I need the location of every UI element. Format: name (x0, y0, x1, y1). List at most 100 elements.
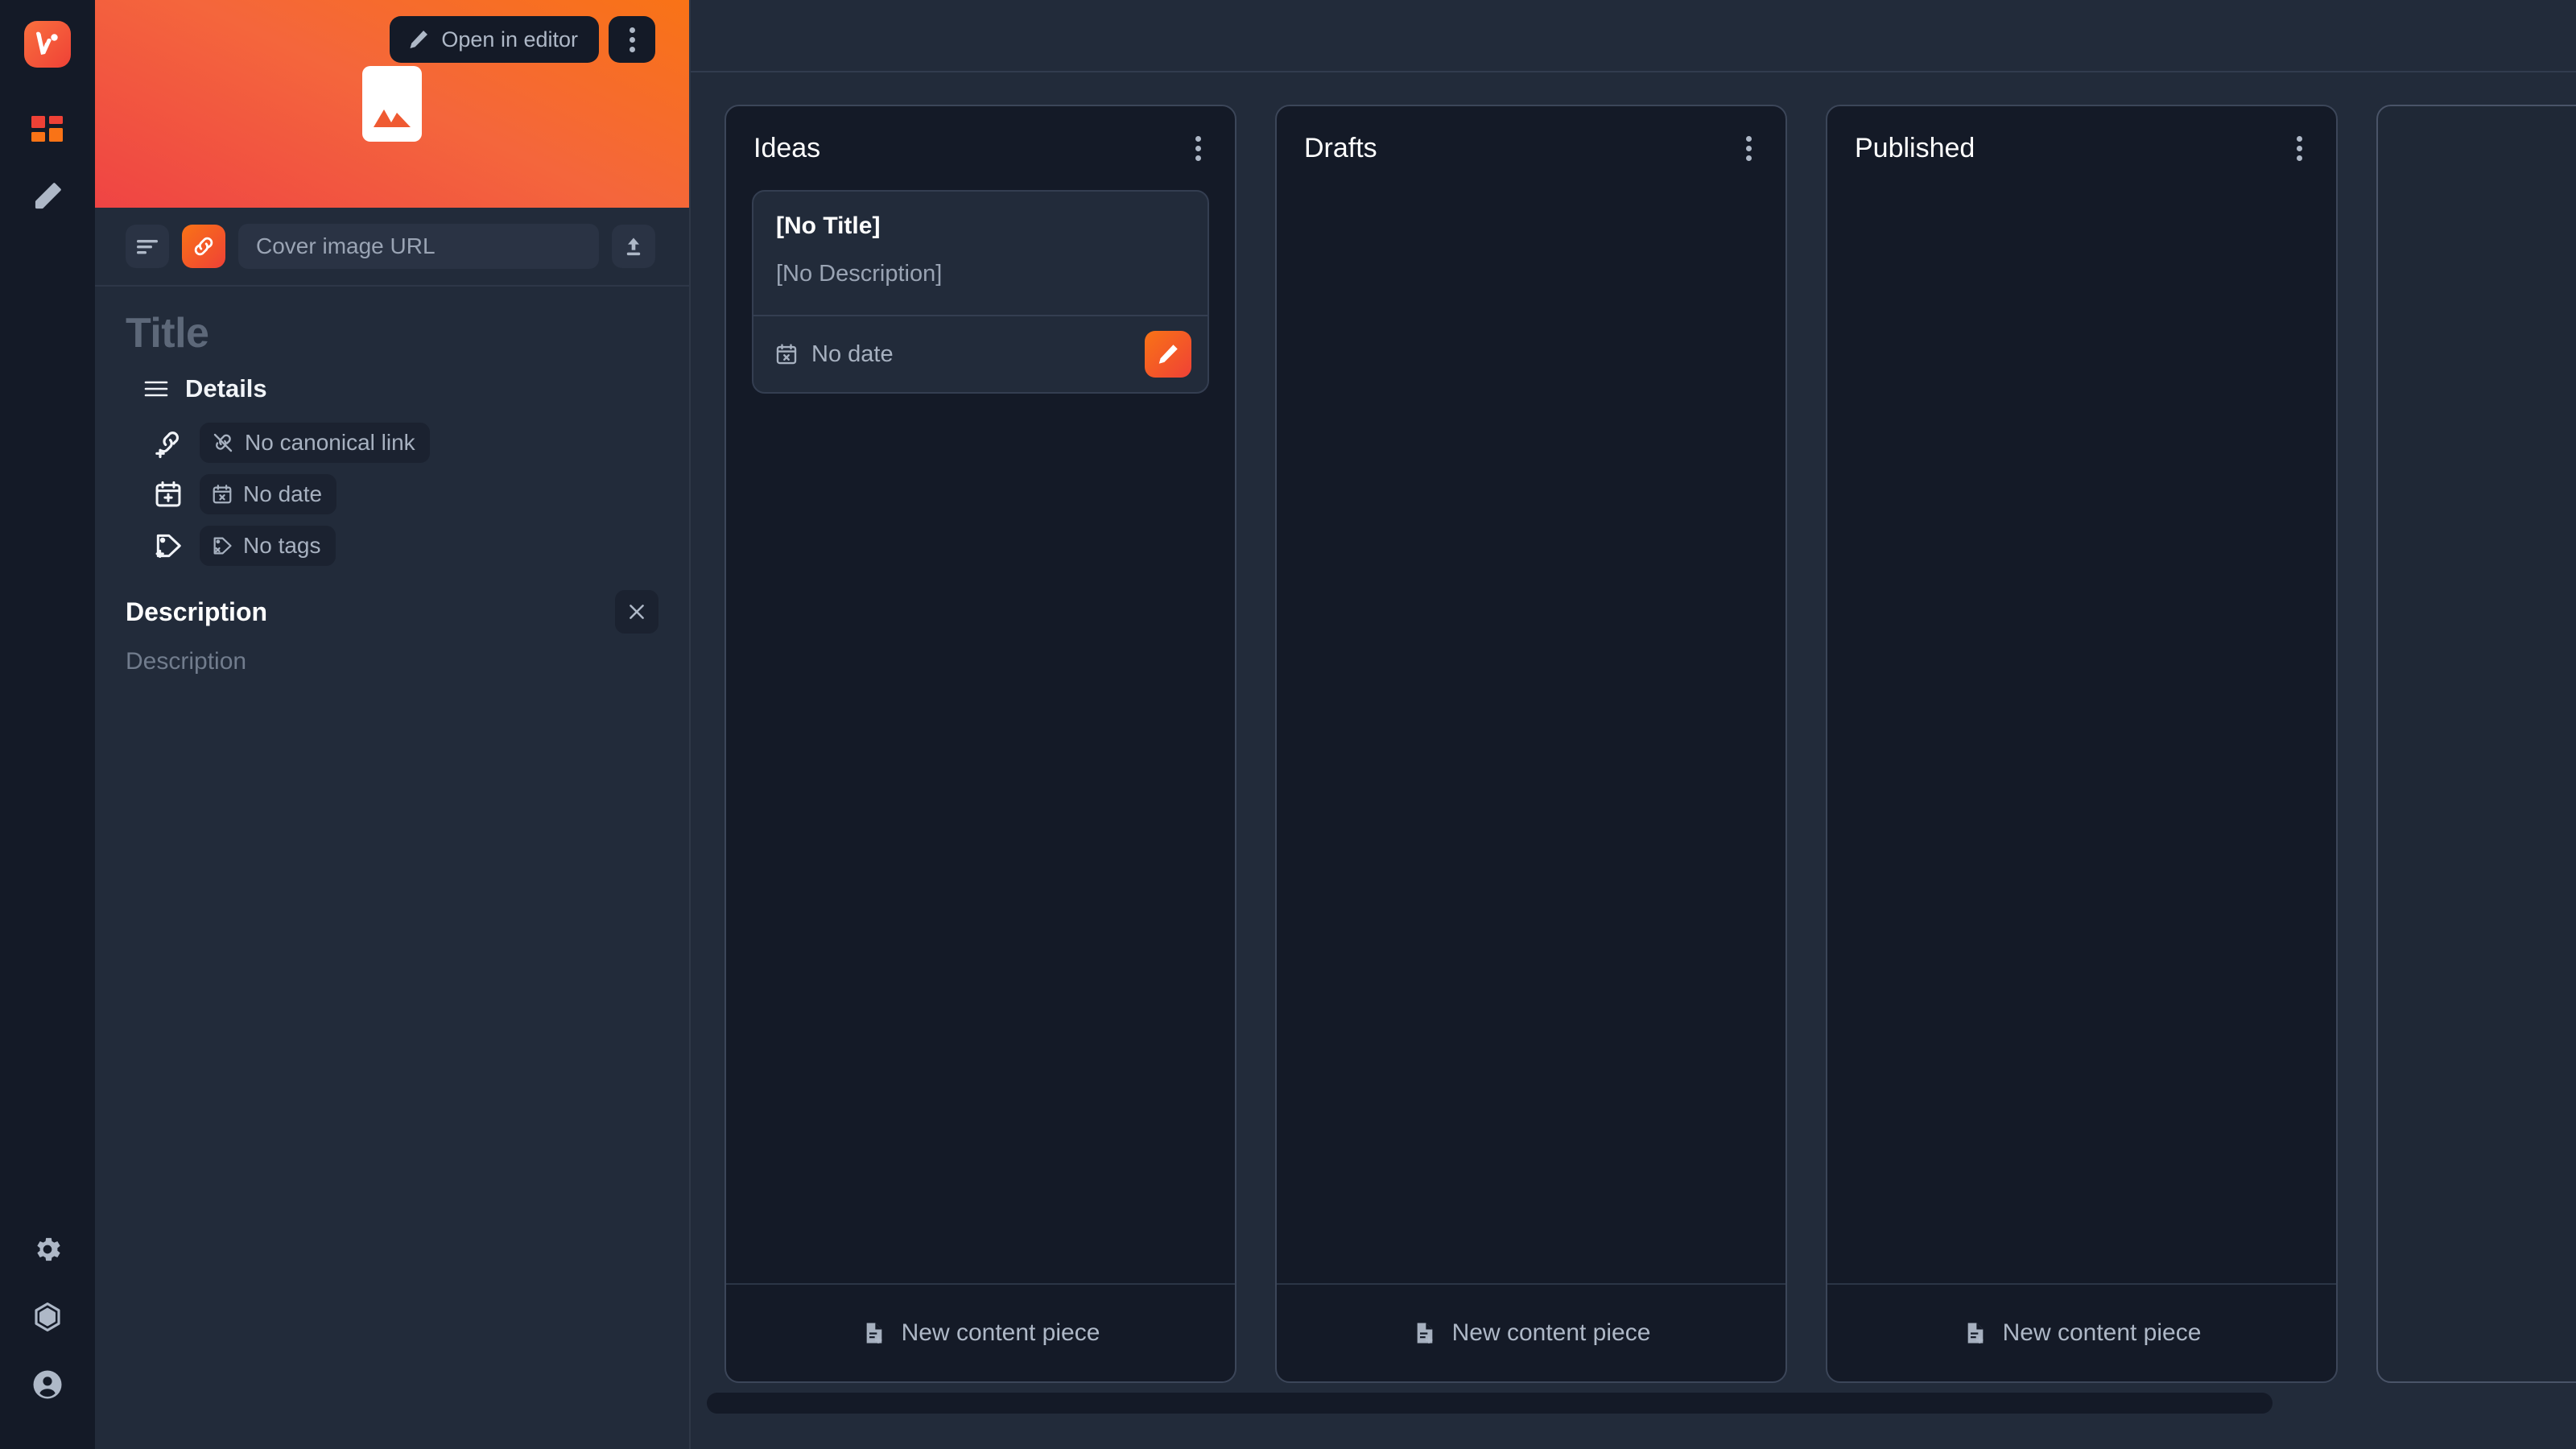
hexagon-cube-icon (31, 1300, 64, 1334)
user-account-icon (31, 1368, 64, 1402)
document-title-placeholder[interactable]: Title (126, 310, 658, 357)
column-menu-button[interactable] (1738, 130, 1760, 167)
cover-image-url-input[interactable] (238, 224, 599, 269)
card-date[interactable]: No date (774, 341, 894, 368)
column-cards (1827, 190, 2336, 1283)
more-vertical-icon (2297, 135, 2302, 161)
horizontal-scrollbar[interactable] (707, 1393, 2273, 1414)
column-title: Published (1855, 132, 1975, 163)
details-label: Details (185, 374, 267, 403)
board-columns: Ideas [No Title] [No Description] No dat… (724, 105, 2576, 1383)
sidebar-item-dashboard[interactable] (25, 109, 70, 155)
open-in-editor-label: Open in editor (441, 27, 578, 52)
board-topbar (691, 0, 2576, 72)
link-chain-icon (192, 234, 216, 258)
card-edit-button[interactable] (1145, 331, 1191, 378)
detail-row-date: No date (126, 474, 658, 515)
board-column-drafts: Drafts New content piece (1275, 105, 1787, 1383)
more-vertical-icon (1195, 135, 1201, 161)
column-header: Ideas (726, 106, 1235, 190)
open-in-editor-button[interactable]: Open in editor (390, 16, 599, 63)
hamburger-menu-icon[interactable] (143, 378, 169, 399)
column-title: Drafts (1304, 132, 1377, 163)
sidebar-item-settings[interactable] (25, 1227, 70, 1272)
description-header: Description (126, 590, 658, 634)
cover-more-button[interactable] (609, 16, 655, 63)
detail-row-tags: No tags (126, 526, 658, 567)
column-cards (1277, 190, 1785, 1283)
app-root: Open in editor Cover image URL Title Det… (0, 0, 2576, 1449)
grid-dashboard-icon (30, 114, 65, 150)
more-vertical-icon (629, 27, 635, 52)
more-vertical-icon (1746, 135, 1752, 161)
new-content-piece-button[interactable]: New content piece (726, 1283, 1235, 1381)
calendar-off-icon (774, 342, 799, 366)
sidebar-item-account[interactable] (25, 1362, 70, 1407)
column-cards (2378, 190, 2576, 1381)
close-description-button[interactable] (615, 590, 658, 634)
link-add-icon[interactable] (150, 424, 187, 461)
cover-image-area[interactable]: Open in editor (95, 0, 689, 208)
file-add-icon (1963, 1320, 1988, 1346)
card-date-label: No date (811, 341, 894, 367)
tag-add-icon[interactable] (150, 527, 187, 564)
new-content-piece-button[interactable]: New content piece (1827, 1283, 2336, 1381)
chip-no-date[interactable]: No date (200, 474, 337, 515)
column-header: Published (1827, 106, 2336, 190)
chip-no-tags[interactable]: No tags (200, 526, 336, 567)
card-title: [No Title] (776, 213, 881, 239)
vivi-logo-icon[interactable] (24, 21, 71, 68)
left-rail-bottom (0, 1227, 95, 1407)
board-column-published: Published New content piece (1826, 105, 2338, 1383)
sidebar-item-editor[interactable] (25, 174, 70, 219)
card-body: [No Title] [No Description] (753, 192, 1208, 315)
pencil-icon (1156, 342, 1180, 366)
link-off-icon (211, 431, 235, 455)
calendar-add-icon[interactable] (150, 476, 187, 513)
logo-glyph (34, 30, 61, 59)
close-x-icon (626, 601, 647, 622)
new-content-piece-button[interactable]: New content piece (1277, 1283, 1785, 1381)
chip-label: No canonical link (245, 430, 415, 456)
board-column-ideas: Ideas [No Title] [No Description] No dat… (724, 105, 1236, 1383)
board-scroll-area[interactable]: Ideas [No Title] [No Description] No dat… (691, 72, 2576, 1449)
tag-off-icon (211, 535, 233, 557)
card-footer: No date (753, 315, 1208, 392)
details-section-header: Details (143, 374, 658, 403)
column-cards: [No Title] [No Description] No date (726, 190, 1235, 1283)
pencil-icon (407, 28, 430, 51)
new-content-piece-label: New content piece (1451, 1319, 1651, 1346)
upload-cover-button[interactable] (612, 225, 655, 268)
file-add-icon (1412, 1320, 1438, 1346)
kanban-board: Ideas [No Title] [No Description] No dat… (691, 0, 2576, 1449)
column-menu-button[interactable] (1187, 130, 1209, 167)
upload-icon (622, 235, 645, 258)
content-detail-sidebar: Open in editor Cover image URL Title Det… (95, 0, 691, 1449)
new-content-piece-label: New content piece (901, 1319, 1100, 1346)
calendar-off-icon (211, 483, 233, 506)
gear-settings-icon (31, 1233, 64, 1265)
image-placeholder-icon (362, 66, 422, 142)
chip-no-canonical-link[interactable]: No canonical link (200, 423, 430, 464)
board-column-next[interactable] (2376, 105, 2576, 1383)
file-add-icon (861, 1320, 887, 1346)
cover-url-toolbar (95, 208, 689, 287)
cover-actions: Open in editor (390, 16, 655, 63)
card-description: [No Description] (776, 261, 943, 287)
sidebar-item-integrations[interactable] (25, 1294, 70, 1340)
column-header (2378, 106, 2576, 190)
description-input-placeholder[interactable]: Description (126, 648, 658, 675)
link-mode-button[interactable] (182, 225, 225, 268)
column-menu-button[interactable] (2289, 130, 2310, 167)
text-align-left-button[interactable] (126, 225, 169, 268)
description-heading: Description (126, 597, 268, 626)
column-header: Drafts (1277, 106, 1785, 190)
new-content-piece-label: New content piece (2002, 1319, 2202, 1346)
chip-label: No date (243, 481, 323, 507)
left-rail (0, 0, 95, 1449)
column-title: Ideas (753, 132, 821, 163)
content-card[interactable]: [No Title] [No Description] No date (752, 190, 1209, 394)
sidebar-body: Title Details No canonical link No date … (95, 287, 689, 1449)
text-align-left-icon (135, 237, 159, 256)
pencil-edit-icon (31, 180, 64, 213)
